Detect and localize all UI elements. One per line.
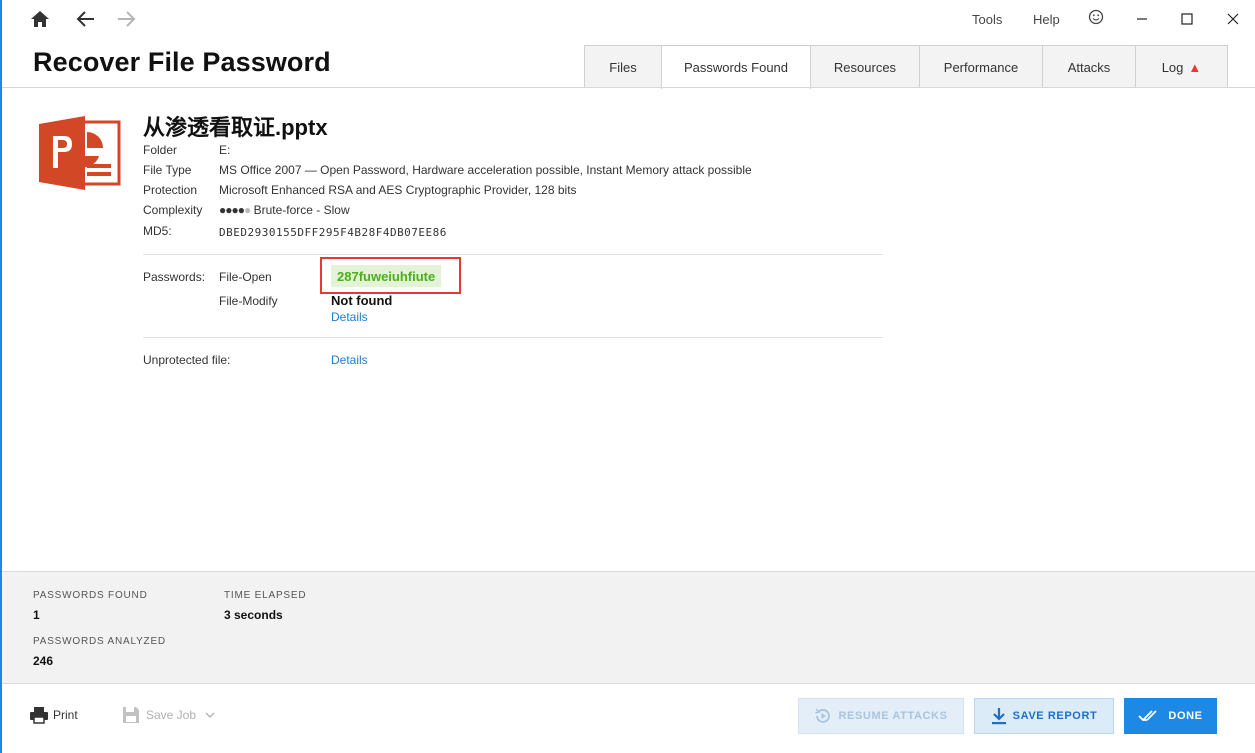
double-check-icon xyxy=(1138,710,1158,722)
tab-label: Performance xyxy=(943,59,1019,75)
page-title: Recover File Password xyxy=(33,47,331,77)
powerpoint-icon xyxy=(39,112,121,194)
passwords-found-label: PASSWORDS FOUND xyxy=(33,590,148,601)
app-window: Tools Help Recover File Password Files P… xyxy=(0,0,1255,753)
file-modify-status: Not found xyxy=(331,293,393,308)
resume-attacks-button[interactable]: RESUME ATTACKS xyxy=(798,698,964,734)
stats-panel: PASSWORDS FOUND 1 TIME ELAPSED 3 seconds… xyxy=(2,571,1255,684)
tab-bar: Files Passwords Found Resources Performa… xyxy=(584,45,1228,89)
resume-attacks-label: RESUME ATTACKS xyxy=(838,710,948,722)
back-arrow-icon[interactable] xyxy=(72,6,100,32)
save-job-button[interactable]: Save Job xyxy=(122,706,216,724)
minimize-icon[interactable] xyxy=(1127,6,1157,32)
tab-log[interactable]: Log ▲ xyxy=(1135,45,1228,88)
forward-arrow-icon[interactable] xyxy=(112,6,140,32)
file-type-value: MS Office 2007 — Open Password, Hardware… xyxy=(219,163,752,177)
warning-icon: ▲ xyxy=(1188,59,1202,75)
tab-attacks[interactable]: Attacks xyxy=(1042,45,1136,88)
print-button[interactable]: Print xyxy=(29,706,78,724)
tools-menu[interactable]: Tools xyxy=(972,12,1002,27)
home-icon[interactable] xyxy=(26,6,54,32)
smiley-icon[interactable] xyxy=(1088,9,1106,27)
maximize-icon[interactable] xyxy=(1172,6,1202,32)
file-name: 从渗透看取证.pptx xyxy=(143,115,328,140)
passwords-analyzed-value: 246 xyxy=(33,654,54,668)
md5-label: MD5: xyxy=(143,224,172,238)
done-label: DONE xyxy=(1168,710,1203,722)
complexity-value: ●●●●● Brute-force - Slow xyxy=(219,203,350,217)
tab-label: Files xyxy=(609,59,637,75)
resume-icon xyxy=(815,708,831,723)
printer-icon xyxy=(30,707,48,724)
print-label: Print xyxy=(53,708,78,722)
complexity-label: Complexity xyxy=(143,203,203,217)
tab-passwords-found[interactable]: Passwords Found xyxy=(661,45,811,89)
save-report-button[interactable]: SAVE REPORT xyxy=(974,698,1114,734)
passwords-found-value: 1 xyxy=(33,608,40,622)
file-type-label: File Type xyxy=(143,163,192,177)
tab-files[interactable]: Files xyxy=(584,45,662,88)
chevron-down-icon[interactable] xyxy=(204,710,216,720)
tab-performance[interactable]: Performance xyxy=(919,45,1043,88)
save-report-label: SAVE REPORT xyxy=(1012,710,1098,722)
unprotected-details-link[interactable]: Details xyxy=(331,353,368,367)
divider xyxy=(143,337,883,338)
complexity-dots-icon: ●●●●● xyxy=(219,203,251,217)
tab-resources[interactable]: Resources xyxy=(810,45,920,88)
tab-label: Attacks xyxy=(1067,59,1111,75)
protection-value: Microsoft Enhanced RSA and AES Cryptogra… xyxy=(219,183,577,197)
md5-value: DBED2930155DFF295F4B28F4DB07EE86 xyxy=(219,226,447,239)
floppy-disk-icon xyxy=(123,707,139,723)
file-open-password[interactable]: 287fuweiuhfiute xyxy=(331,265,442,287)
help-menu[interactable]: Help xyxy=(1033,12,1060,27)
time-elapsed-label: TIME ELAPSED xyxy=(224,590,307,601)
download-icon xyxy=(991,708,1006,725)
passwords-analyzed-label: PASSWORDS ANALYZED xyxy=(33,636,166,647)
save-job-label: Save Job xyxy=(146,708,197,722)
folder-value: E: xyxy=(219,143,231,157)
protection-label: Protection xyxy=(143,183,198,197)
complexity-text: Brute-force - Slow xyxy=(253,203,350,217)
tab-label: Log xyxy=(1161,59,1184,75)
header-divider xyxy=(2,87,1255,88)
folder-label: Folder xyxy=(143,143,178,157)
title-bar: Tools Help xyxy=(2,0,1255,40)
tab-label: Passwords Found xyxy=(683,60,789,75)
time-elapsed-value: 3 seconds xyxy=(224,608,283,622)
file-open-label: File-Open xyxy=(219,270,272,284)
close-icon[interactable] xyxy=(1218,6,1248,32)
password-details-link[interactable]: Details xyxy=(331,310,368,324)
unprotected-file-label: Unprotected file: xyxy=(143,353,231,367)
done-button[interactable]: DONE xyxy=(1124,698,1217,734)
file-modify-label: File-Modify xyxy=(219,294,278,308)
divider xyxy=(143,254,883,255)
tab-label: Resources xyxy=(833,59,897,75)
passwords-label: Passwords: xyxy=(143,270,206,284)
